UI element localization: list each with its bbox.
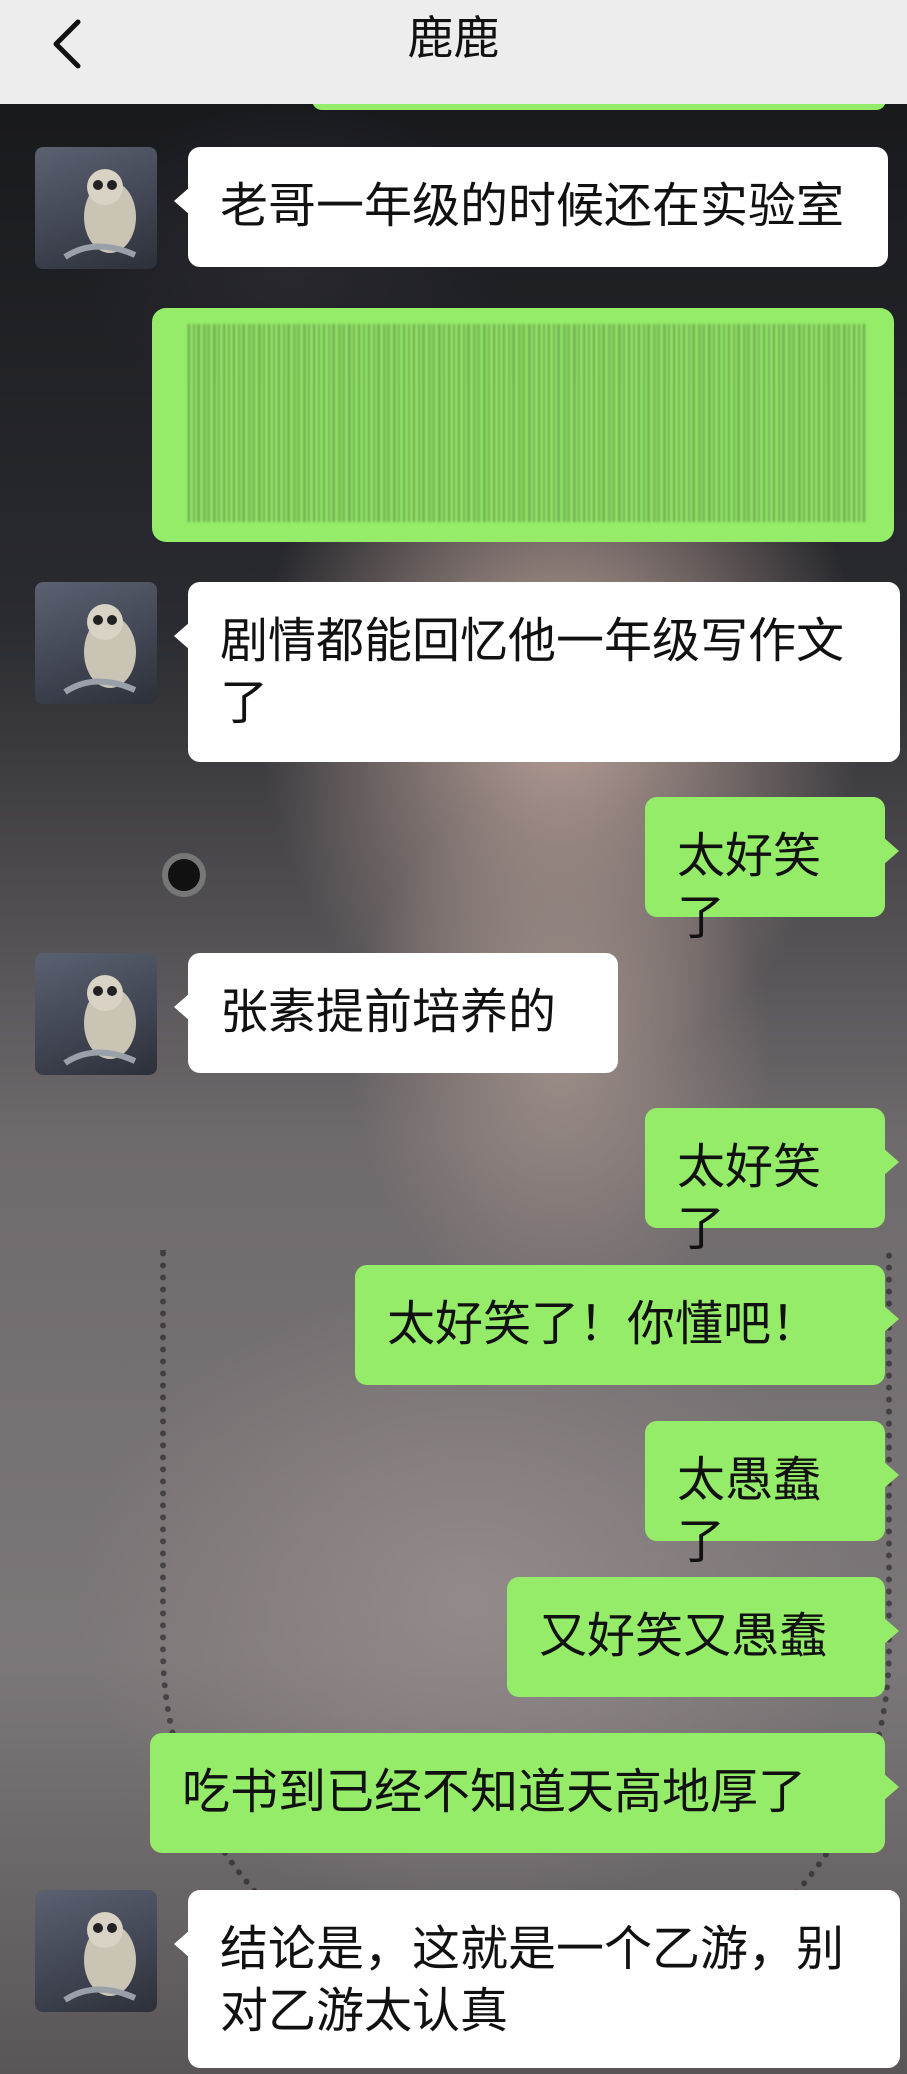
message-bubble[interactable]: 太愚蠢了 <box>645 1421 899 1570</box>
message-bubble[interactable]: 剧情都能回忆他一年级写作文了 <box>174 582 900 762</box>
chat-header: 鹿鹿 <box>0 0 907 104</box>
contact-avatar[interactable] <box>35 953 157 1075</box>
owl-avatar-icon <box>63 1912 137 2003</box>
owl-avatar-icon <box>63 604 137 695</box>
message-bubble[interactable]: 又好笑又愚蠢 <box>507 1577 899 1697</box>
message-bubble[interactable]: 太好笑了！你懂吧！ <box>355 1265 899 1385</box>
chat-title: 鹿鹿 <box>407 11 500 65</box>
message-bubble[interactable]: 吃书到已经不知道天高地厚了 <box>150 1733 899 1853</box>
scribble-redaction <box>188 324 866 522</box>
message-bubble[interactable]: 太好笑了 <box>645 797 899 946</box>
message-bubble[interactable]: 张素提前培养的 <box>174 953 618 1073</box>
contact-avatar[interactable] <box>35 582 157 704</box>
background-earring <box>162 853 206 897</box>
contact-avatar[interactable] <box>35 1890 157 2012</box>
message-bubble[interactable]: 结论是，这就是一个乙游，别对乙游太认真 <box>174 1890 900 2068</box>
censored-message-bubble[interactable] <box>152 308 894 542</box>
message-bubble[interactable]: 老哥一年级的时候还在实验室 <box>174 147 888 267</box>
owl-avatar-icon <box>63 169 137 260</box>
contact-avatar[interactable] <box>35 147 157 269</box>
owl-avatar-icon <box>63 975 137 1066</box>
message-bubble[interactable]: 太好笑了 <box>645 1108 899 1257</box>
